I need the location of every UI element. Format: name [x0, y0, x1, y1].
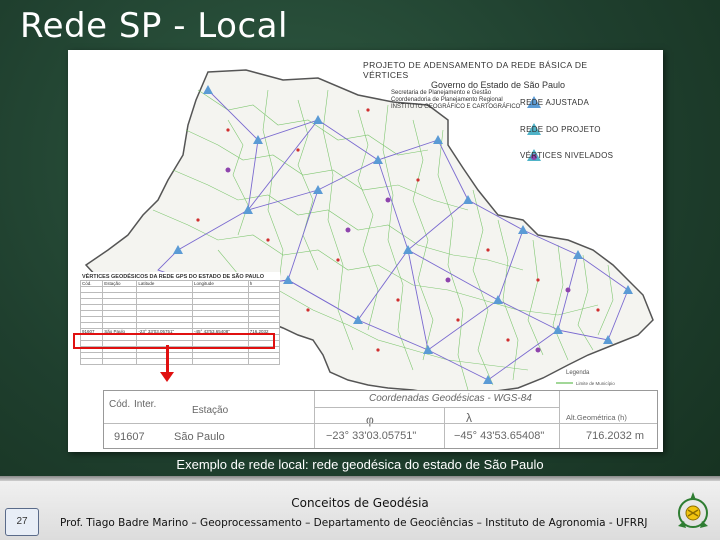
zoom-col-cod: Cód. [109, 399, 131, 410]
project-header: PROJETO DE ADENSAMENTO DA REDE BÁSICA DE… [363, 60, 633, 111]
project-instituto: INSTITUTO GEOGRÁFICO E CARTOGRÁFICO [391, 104, 521, 110]
zoom-alt-value: 716.2032 m [586, 430, 645, 442]
zoom-estacao-value: São Paulo [174, 431, 225, 443]
project-title: PROJETO DE ADENSAMENTO DA REDE BÁSICA DE… [363, 60, 588, 80]
table-row [79, 358, 281, 365]
station-table-grid: Cód. Estação Latitude Longitude h 91607 … [79, 280, 281, 365]
legend-rede-ajustada: REDE AJUSTADA [520, 98, 590, 107]
zoom-col-coord: Coordenadas Geodésicas - WGS-84 [369, 393, 532, 404]
zoom-lon-value: −45° 43'53.65408" [454, 430, 545, 442]
university-logo-icon [678, 492, 708, 528]
map-legend-title: Legenda [566, 370, 590, 376]
page-number: 27 [5, 508, 39, 536]
zoom-cod-value: 91607 [114, 431, 145, 443]
network-map-figure: Legenda Limite de Município PROJETO DE A… [68, 50, 663, 452]
zoom-col-inter: Inter. [134, 399, 157, 410]
station-table-title: VÉRTICES GEODÉSICOS DA REDE GPS DO ESTAD… [82, 274, 265, 280]
arrow-down-icon [160, 372, 174, 382]
arrow-shaft [166, 345, 169, 375]
footer-title: Conceitos de Geodésia [291, 496, 429, 510]
zoom-lat-value: −23° 33'03.05751" [326, 430, 417, 442]
slide-title: Rede SP - Local [20, 6, 288, 46]
figure-caption: Exemplo de rede local: rede geodésica do… [176, 457, 544, 472]
legend-vertices-nivelados: VÉRTICES NIVELADOS [520, 151, 614, 160]
footer-credit: Prof. Tiago Badre Marino – Geoprocessame… [60, 517, 648, 529]
legend-rede-projeto: REDE DO PROJETO [520, 125, 601, 134]
project-coordenadoria: Coordenadoria de Planejamento Regional [391, 97, 503, 103]
project-government: Governo do Estado de São Paulo [430, 80, 566, 90]
zoom-col-phi: φ [366, 413, 374, 427]
zoomed-row: Cód. Inter. Estação Coordenadas Geodésic… [103, 390, 658, 449]
highlight-box [73, 333, 275, 349]
zoom-col-estacao: Estação [192, 405, 229, 416]
map-legend-item: Limite de Município [576, 381, 615, 386]
zoom-col-alt: Alt.Geométrica (h) [566, 413, 627, 422]
project-secretaria: Secretaria de Planejamento e Gestão [391, 90, 492, 96]
